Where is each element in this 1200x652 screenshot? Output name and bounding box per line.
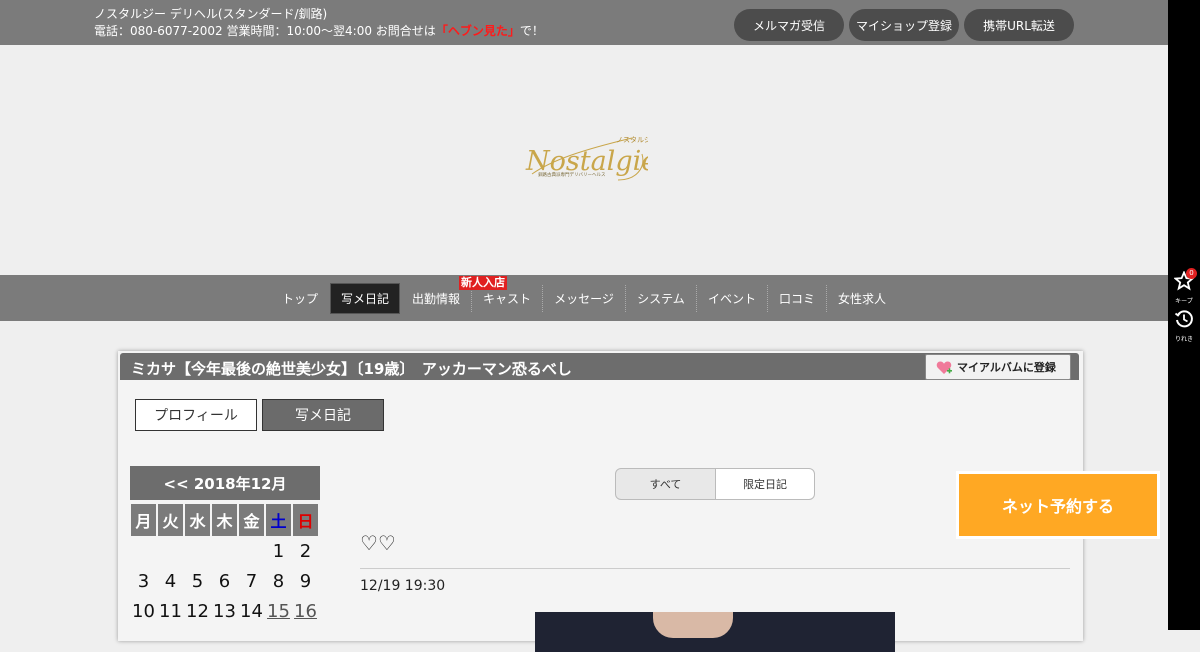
post-divider: [360, 568, 1070, 569]
new-cast-badge: 新人入店: [459, 276, 507, 290]
calendar-day: 6: [218, 570, 231, 592]
post-title[interactable]: ♡♡: [360, 531, 396, 555]
add-to-album-button[interactable]: マイアルバムに登録: [925, 354, 1071, 380]
content-panel: ミカサ【今年最後の絶世美少女】〔19歳〕 アッカーマン恐るべし マイアルバムに登…: [118, 351, 1083, 652]
calendar-weekday-sunday: 日: [293, 504, 318, 536]
calendar-day: 12: [186, 600, 209, 622]
keep-count-badge: 0: [1186, 268, 1197, 279]
tab-profile[interactable]: プロフィール: [135, 399, 257, 431]
history-label: りれき: [1174, 336, 1193, 343]
calendar-weekday: 月: [131, 504, 156, 536]
nav-reviews[interactable]: 口コミ: [770, 283, 824, 314]
contact-line: 電話：080-6077-2002 営業時間：10:00～翌4:00 お問合せは「…: [94, 23, 544, 40]
calendar-day[interactable]: 15: [265, 598, 292, 624]
calendar-day: 7: [245, 570, 258, 592]
mail-magazine-button[interactable]: メルマガ受信: [734, 9, 844, 41]
shop-info: ノスタルジー デリヘル(スタンダード/釧路) 電話：080-6077-2002 …: [94, 6, 544, 40]
nav-event[interactable]: イベント: [699, 283, 765, 314]
nav-divider: [542, 285, 543, 312]
nav-divider: [625, 285, 626, 312]
calendar-day: 10: [132, 600, 155, 622]
history-button[interactable]: りれき: [1168, 309, 1200, 343]
history-clock-icon: [1174, 310, 1193, 328]
calendar-day: 4: [164, 570, 177, 592]
net-reservation-button[interactable]: ネット予約する: [956, 471, 1160, 539]
shop-logo[interactable]: Nostalgie ノスタルジー 釧路古典派専門デリバリーヘルス: [522, 130, 658, 188]
contact-highlight: 「ヘブン見た」: [435, 24, 520, 38]
nav-top[interactable]: トップ: [273, 283, 327, 314]
heart-plus-icon: [936, 361, 952, 374]
calendar-day: 2: [299, 540, 312, 562]
calendar-day: 5: [191, 570, 204, 592]
cast-title-bar: ミカサ【今年最後の絶世美少女】〔19歳〕 アッカーマン恐るべし マイアルバムに登…: [120, 353, 1079, 380]
filter-limited-button[interactable]: 限定日記: [715, 468, 815, 500]
add-to-album-label: マイアルバムに登録: [957, 361, 1056, 374]
contact-suffix: で！: [519, 24, 544, 38]
shop-title: ノスタルジー デリヘル(スタンダード/釧路): [94, 7, 328, 21]
contact-prefix: 電話：080-6077-2002 営業時間：10:00～翌4:00 お問合せは: [94, 24, 436, 38]
keep-button[interactable]: 0 キープ: [1168, 268, 1200, 305]
nav-divider: [767, 285, 768, 312]
logo-kana: ノスタルジー: [616, 135, 648, 144]
nav-message[interactable]: メッセージ: [545, 283, 623, 314]
net-reservation-label: ネット予約する: [959, 474, 1157, 536]
calendar-month-header[interactable]: << 2018年12月: [130, 466, 320, 500]
nav-divider: [826, 285, 827, 312]
photo-skin-area: [653, 612, 733, 638]
filter-all-button[interactable]: すべて: [615, 468, 716, 500]
nav-divider: [696, 285, 697, 312]
calendar-day: 8: [272, 570, 285, 592]
nostalgie-logo-icon: Nostalgie ノスタルジー 釧路古典派専門デリバリーヘルス: [525, 135, 658, 181]
calendar-day: 11: [159, 600, 182, 622]
calendar-weekday: 水: [185, 504, 210, 536]
tab-photo-diary[interactable]: 写メ日記: [262, 399, 384, 431]
right-sidebar: 0 キープ りれき: [1168, 0, 1200, 630]
calendar-day: 1: [272, 540, 285, 562]
post-photo[interactable]: [535, 612, 895, 652]
main-nav: トップ 写メ日記 出勤情報 キャスト 新人入店 メッセージ システム イベント …: [0, 275, 1168, 321]
my-shop-register-button[interactable]: マイショップ登録: [849, 9, 959, 41]
nav-system[interactable]: システム: [628, 283, 694, 314]
calendar-weekday: 火: [158, 504, 183, 536]
calendar-weekday: 木: [212, 504, 237, 536]
nav-recruit[interactable]: 女性求人: [829, 283, 895, 314]
top-header-bar: ノスタルジー デリヘル(スタンダード/釧路) 電話：080-6077-2002 …: [0, 0, 1168, 45]
calendar-day[interactable]: 16: [292, 598, 319, 624]
calendar-day: 3: [137, 570, 150, 592]
logo-sub: 釧路古典派専門デリバリーヘルス: [538, 171, 606, 178]
calendar-day: 14: [240, 600, 263, 622]
post-date: 12/19 19:30: [360, 578, 446, 594]
keep-label: キープ: [1175, 298, 1193, 305]
calendar-day: 9: [299, 570, 312, 592]
calendar-weekday-saturday: 土: [266, 504, 291, 536]
nav-photo-diary[interactable]: 写メ日記: [330, 283, 400, 314]
cast-title: ミカサ【今年最後の絶世美少女】〔19歳〕 アッカーマン恐るべし: [131, 360, 572, 378]
calendar-weekday: 金: [239, 504, 264, 536]
calendar-day: 13: [213, 600, 236, 622]
mobile-url-transfer-button[interactable]: 携帯URL転送: [964, 9, 1074, 41]
